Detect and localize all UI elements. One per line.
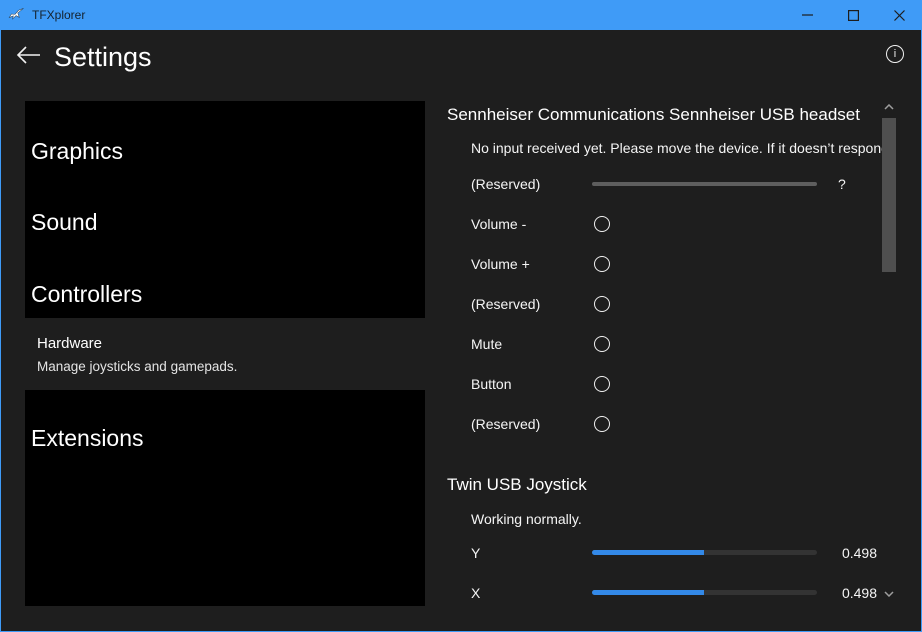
extensions-panel: Extensions bbox=[25, 390, 425, 606]
control-label: Mute bbox=[471, 336, 502, 352]
device-status: Working normally. bbox=[471, 509, 882, 529]
axis-slider[interactable] bbox=[592, 590, 817, 595]
scroll-down-button[interactable] bbox=[882, 587, 896, 601]
control-label: Button bbox=[471, 376, 511, 392]
sidebar-item-sound[interactable]: Sound bbox=[31, 211, 98, 234]
window-controls bbox=[784, 0, 922, 30]
control-label: (Reserved) bbox=[471, 416, 540, 432]
control-row: Volume - bbox=[447, 213, 877, 235]
unknown-value: ? bbox=[838, 176, 846, 192]
button-state-radio[interactable] bbox=[594, 296, 610, 312]
control-row: X 0.498 bbox=[447, 582, 877, 604]
button-state-radio[interactable] bbox=[594, 416, 610, 432]
hardware-subtitle: Manage joysticks and gamepads. bbox=[37, 358, 237, 375]
unknown-axis-slider[interactable] bbox=[592, 182, 817, 186]
axis-slider-fill bbox=[592, 550, 704, 555]
settings-category-panel: Graphics Sound Controllers bbox=[25, 101, 425, 318]
window-border-left bbox=[0, 30, 1, 632]
chevron-up-icon bbox=[884, 104, 894, 110]
button-state-radio[interactable] bbox=[594, 336, 610, 352]
device-name: Twin USB Joystick bbox=[447, 474, 587, 496]
axis-value: 0.498 bbox=[842, 585, 877, 601]
control-row: (Reserved) bbox=[447, 293, 877, 315]
app-plane-icon bbox=[8, 7, 25, 24]
control-label: (Reserved) bbox=[471, 176, 540, 192]
control-row: (Reserved) ? bbox=[447, 173, 877, 195]
sidebar-item-hardware[interactable]: Hardware Manage joysticks and gamepads. bbox=[25, 334, 425, 382]
titlebar[interactable]: TFXplorer bbox=[0, 0, 922, 30]
back-button[interactable] bbox=[13, 42, 43, 68]
close-button[interactable] bbox=[876, 0, 922, 30]
axis-value: 0.498 bbox=[842, 545, 877, 561]
maximize-button[interactable] bbox=[830, 0, 876, 30]
control-label: Volume + bbox=[471, 256, 530, 272]
chevron-down-icon bbox=[884, 591, 894, 597]
control-label: Volume - bbox=[471, 216, 526, 232]
device-name: Sennheiser Communications Sennheiser USB… bbox=[447, 104, 860, 126]
sidebar-item-extensions[interactable]: Extensions bbox=[31, 427, 144, 450]
page-title: Settings bbox=[54, 41, 152, 73]
sidebar-item-graphics[interactable]: Graphics bbox=[31, 140, 123, 163]
info-button[interactable]: i bbox=[886, 45, 904, 63]
device-status: No input received yet. Please move the d… bbox=[471, 138, 882, 158]
button-state-radio[interactable] bbox=[594, 256, 610, 272]
control-row: Y 0.498 bbox=[447, 542, 877, 564]
minimize-button[interactable] bbox=[784, 0, 830, 30]
axis-label: Y bbox=[471, 545, 480, 561]
control-row: (Reserved) bbox=[447, 413, 877, 435]
scroll-up-button[interactable] bbox=[882, 100, 896, 114]
sidebar-item-controllers[interactable]: Controllers bbox=[31, 283, 142, 306]
scrollbar-thumb[interactable] bbox=[882, 118, 896, 272]
button-state-radio[interactable] bbox=[594, 376, 610, 392]
window-title: TFXplorer bbox=[32, 8, 85, 22]
info-icon: i bbox=[894, 49, 896, 60]
axis-label: X bbox=[471, 585, 480, 601]
control-row: Button bbox=[447, 373, 877, 395]
control-row: Volume + bbox=[447, 253, 877, 275]
control-row: Mute bbox=[447, 333, 877, 355]
app-window: TFXplorer Settings i Graphics Sound Cont… bbox=[0, 0, 922, 632]
axis-slider-fill bbox=[592, 590, 704, 595]
hardware-title: Hardware bbox=[37, 334, 102, 353]
button-state-radio[interactable] bbox=[594, 216, 610, 232]
control-label: (Reserved) bbox=[471, 296, 540, 312]
axis-slider[interactable] bbox=[592, 550, 817, 555]
